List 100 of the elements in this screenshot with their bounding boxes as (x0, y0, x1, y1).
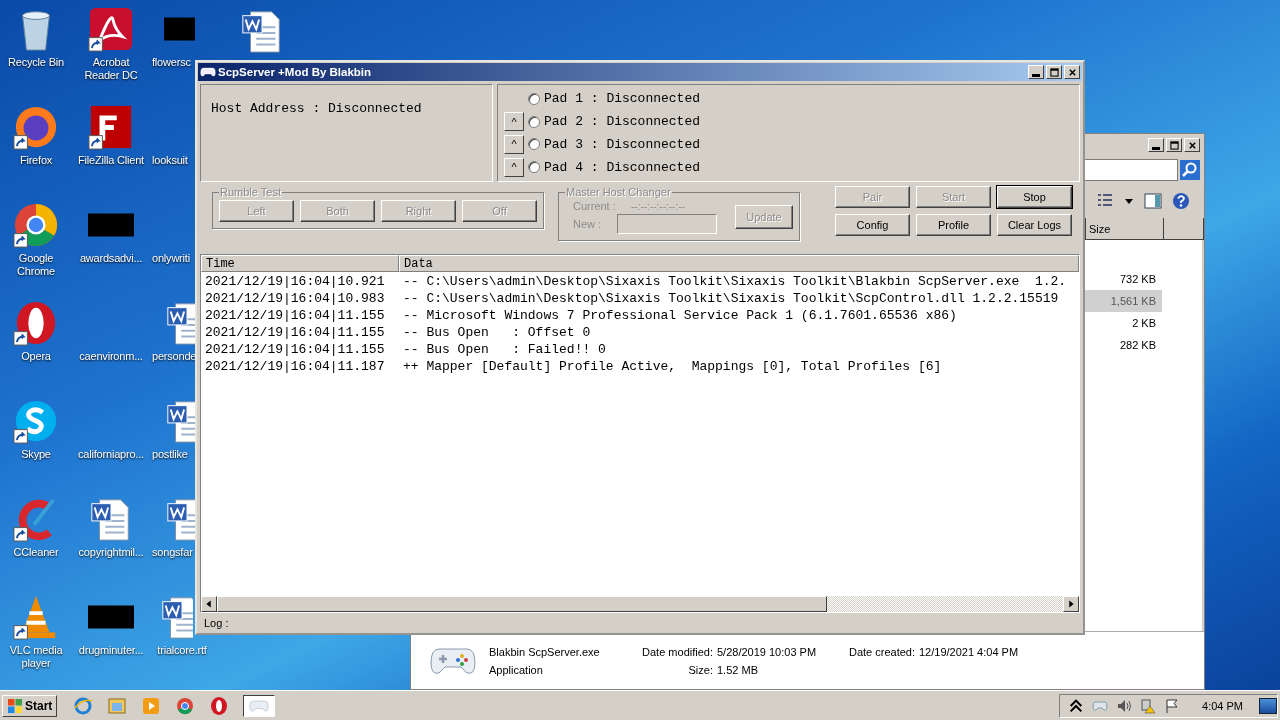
minimize-button[interactable] (1148, 138, 1164, 152)
icon-label[interactable]: FileZilla Client (78, 154, 144, 167)
column-header[interactable]: Time (201, 255, 399, 272)
minimize-button[interactable] (1028, 65, 1044, 79)
icon-label[interactable]: songsfar (152, 546, 193, 559)
horizontal-scrollbar[interactable] (201, 596, 1079, 612)
log-message-cell-text: -- C:\Users\admin\Desktop\Sixaxis Toolkit\Sixaxis Toolkit\ScpControl.dll 1.2.2.15519 (402, 291, 1059, 306)
icon-label[interactable]: onlywriti (152, 252, 190, 265)
log-time-cell-text: 2021/12/19|16:04|11.187 (204, 359, 386, 374)
chevron-up-icon[interactable] (1068, 697, 1085, 714)
log-time-cell-text: 2021/12/19|16:04|10.983 (204, 291, 386, 306)
log-time-cell-text: 2021/12/19|16:04|11.155 (204, 342, 386, 357)
icon-label[interactable]: Acrobat Reader DC (81, 56, 141, 82)
icon-label[interactable]: VLC media player (1, 644, 71, 670)
action-button[interactable]: Clear Logs (997, 214, 1072, 236)
pdf-app-icon[interactable] (88, 6, 134, 52)
icon-label[interactable]: drugminuter... (78, 644, 144, 657)
close-button[interactable] (1184, 138, 1200, 152)
search-field[interactable] (1082, 159, 1178, 181)
field-label: Date created: (847, 645, 915, 658)
field-label: Current : (572, 200, 617, 212)
action-button[interactable]: Stop (997, 186, 1072, 208)
log-message-cell-text: -- Bus Open : Offset 0 (402, 325, 591, 340)
caret-icon[interactable] (1124, 196, 1134, 206)
group-title: Rumble Test (219, 186, 282, 198)
browser-icon[interactable] (73, 695, 94, 716)
radio-button[interactable] (528, 115, 540, 128)
maximize-icon (1169, 140, 1179, 150)
log-time-cell-text: 2021/12/19|16:04|11.155 (204, 325, 386, 340)
clock[interactable]: 4:04 PM (1202, 699, 1243, 712)
taskbar-button[interactable] (243, 694, 276, 717)
help-icon[interactable] (1172, 192, 1190, 210)
log-message-cell-text: -- C:\Users\admin\Desktop\Sixaxis Toolkit\Sixaxis Toolkit\Blakbin ScpServer.exe 1.2. (402, 274, 1067, 289)
pad-status: Pad 1 : Disconnected (544, 91, 701, 107)
icon-label[interactable]: copyrightmil... (78, 546, 144, 559)
close-button[interactable] (1064, 65, 1080, 79)
group-title: Master Host Changer (565, 186, 672, 198)
action-button[interactable]: Config (835, 214, 910, 236)
icon-label[interactable]: looksuit (152, 154, 188, 167)
icon-label[interactable]: Firefox (19, 154, 53, 167)
icon-label[interactable]: Recycle Bin (8, 56, 64, 69)
icon-label[interactable]: caenvironm... (79, 350, 143, 363)
globe-app-icon[interactable] (13, 104, 59, 150)
window-title: ScpServer +Mod By Blakbin (218, 66, 373, 78)
file-size-cell[interactable]: 1,561 KB (1084, 290, 1162, 312)
icon-label[interactable]: Google Chrome (1, 252, 71, 278)
icon-label[interactable]: postlike (152, 448, 188, 461)
pad-status: Pad 3 : Disconnected (544, 136, 701, 152)
file-size-cell[interactable]: 2 KB (1084, 312, 1162, 334)
log-time-cell-text: 2021/12/19|16:04|11.155 (204, 308, 386, 323)
file-size-cell[interactable]: 282 KB (1084, 334, 1162, 356)
move-up-button[interactable]: ^ (504, 112, 524, 132)
pad-status: Pad 2 : Disconnected (544, 114, 701, 130)
show-desktop-button[interactable] (1259, 697, 1277, 714)
file-name: Blakbin ScpServer.exe (489, 645, 601, 658)
square-app-icon[interactable] (88, 104, 134, 150)
close-icon (1187, 140, 1197, 150)
field-value: 12/19/2021 4:04 PM (919, 645, 1019, 658)
action-button[interactable]: Profile (916, 214, 991, 236)
bubble-app-icon[interactable] (13, 398, 59, 444)
maximize-icon (1049, 67, 1059, 77)
icon-label[interactable]: awardsadvi... (79, 252, 143, 265)
field-label: Date modified: (641, 645, 713, 658)
icon-label[interactable]: californiapro... (78, 448, 144, 461)
icon-label[interactable]: flowersc (152, 56, 191, 69)
network-warning-icon[interactable] (1140, 697, 1157, 714)
start-button[interactable]: Start (2, 694, 58, 717)
log-message-cell-text: -- Microsoft Windows 7 Professional Service Pack 1 (6.1.7601.65536 x86) (402, 308, 957, 323)
field-value: 5/28/2019 10:03 PM (717, 645, 818, 658)
ring-app-icon[interactable] (209, 695, 230, 716)
move-up-button[interactable]: ^ (504, 157, 524, 177)
log-message-cell-text: -- Bus Open : Failed!! 0 (402, 342, 606, 357)
radio-button[interactable] (528, 161, 540, 174)
preview-pane-icon[interactable] (1144, 192, 1162, 210)
scroll-right-icon[interactable] (1063, 596, 1079, 612)
column-header[interactable]: Data (399, 255, 1079, 272)
log-message-cell-text: ++ Mapper [Default] Profile Active, Mappings [0], Total Profiles [6] (402, 359, 942, 374)
move-up-button[interactable]: ^ (504, 134, 524, 154)
radio-button[interactable] (528, 138, 540, 151)
search-icon[interactable] (1180, 160, 1200, 180)
field-label: New : (572, 218, 603, 230)
minimize-icon (1032, 73, 1040, 77)
maximize-button[interactable] (1166, 138, 1182, 152)
icon-label[interactable]: personde (152, 350, 197, 363)
round-app-icon[interactable] (13, 202, 59, 248)
file-size-cell[interactable]: 732 KB (1084, 268, 1162, 290)
minimize-icon (1152, 146, 1160, 150)
icon-label[interactable]: Skype (21, 448, 51, 461)
field-label: Size: (687, 663, 713, 676)
round-app-icon[interactable] (175, 695, 196, 716)
current-host-value: --:--:--:--:--:-- (630, 200, 686, 212)
icon-label[interactable]: Opera (21, 350, 51, 363)
icon-label[interactable]: CCleaner (13, 546, 59, 559)
maximize-button[interactable] (1046, 65, 1062, 79)
host-address-text: Host Address : Disconnected (211, 101, 422, 116)
flag-icon[interactable] (1164, 697, 1181, 714)
status-text: Log : (204, 617, 229, 629)
file-type: Application (489, 663, 544, 676)
gamepad-icon (249, 698, 270, 713)
scroll-left-icon[interactable] (201, 596, 217, 612)
